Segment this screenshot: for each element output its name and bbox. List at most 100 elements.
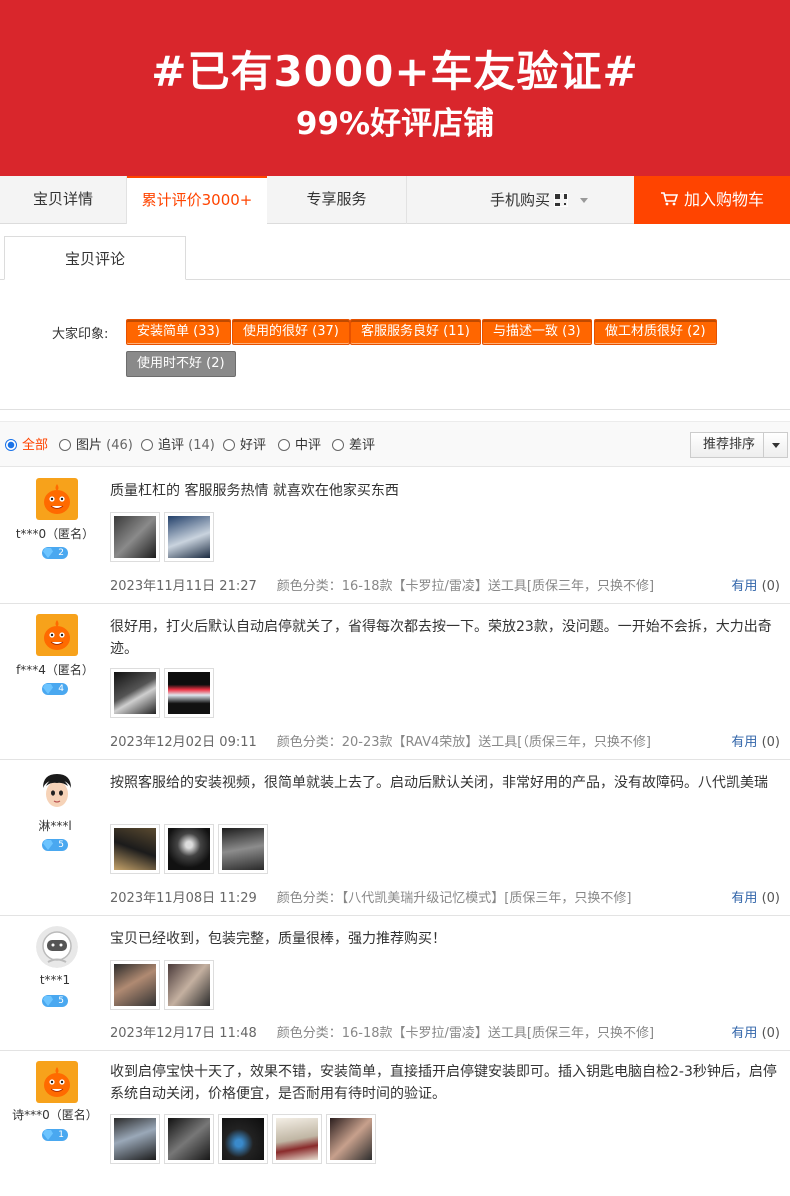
tab-reviews[interactable]: 累计评价3000+ [127, 176, 267, 225]
review-photo[interactable] [272, 1114, 322, 1164]
review-photo[interactable] [218, 1114, 268, 1164]
filter-followup[interactable]: 追评 (14) [141, 434, 215, 453]
taobao-mascot-icon [36, 478, 78, 520]
review-username: 淋***l [38, 819, 72, 833]
review-photo[interactable] [110, 668, 160, 718]
radio-selected-icon [5, 439, 17, 451]
member-level-badge: 4 [42, 683, 68, 695]
add-to-cart-label: 加入购物车 [683, 190, 764, 209]
review-photo[interactable] [110, 824, 160, 874]
review-item: f***4（匿名） 4 很好用，打火后默认自动启停就关了，省得每次都去按一下。荣… [0, 604, 790, 760]
impression-tag[interactable]: 安装简单 (33) [126, 319, 231, 345]
divider [0, 409, 790, 410]
cartoon-face-icon [36, 770, 78, 812]
filter-all[interactable]: 全部 [5, 434, 48, 453]
sort-select[interactable]: 推荐排序 [690, 432, 788, 458]
review-photos [110, 1114, 380, 1164]
review-photos [110, 960, 218, 1010]
tab-details[interactable]: 宝贝详情 [0, 176, 127, 224]
review-meta: 2023年12月02日 09:11 颜色分类：20-23款【RAV4荣放】送工具[… [110, 731, 651, 750]
chevron-down-icon [763, 433, 787, 457]
product-tab-bar: 宝贝详情 累计评价3000+ 专享服务 手机购买 加入购物车 [0, 176, 790, 225]
review-username: f***4（匿名） [16, 663, 94, 677]
impression-tag[interactable]: 使用的很好 (37) [232, 319, 350, 345]
review-photo[interactable] [110, 960, 160, 1010]
mobile-buy-button[interactable]: 手机购买 [490, 176, 634, 224]
review-photo[interactable] [164, 668, 214, 718]
avatar [36, 478, 78, 520]
avatar [36, 770, 78, 812]
review-username: 诗***0（匿名） [12, 1108, 98, 1122]
review-sku: 颜色分类：【八代凯美瑞升级记忆模式】[质保三年，只换不修] [276, 891, 632, 906]
review-photo[interactable] [164, 512, 214, 562]
review-photo[interactable] [164, 1114, 214, 1164]
review-date: 2023年11月11日 21:27 [110, 579, 257, 594]
add-to-cart-button[interactable]: 加入购物车 [634, 176, 790, 224]
filter-positive[interactable]: 好评 [223, 434, 266, 453]
taobao-mascot-icon [36, 1061, 78, 1103]
impression-tag[interactable]: 客服服务良好 (11) [350, 319, 481, 345]
useful-button[interactable]: 有用 (0) [731, 1022, 780, 1041]
filter-negative[interactable]: 差评 [332, 434, 375, 453]
useful-button[interactable]: 有用 (0) [731, 731, 780, 750]
astronaut-icon [36, 926, 78, 968]
impressions-label: 大家印象: [52, 327, 109, 342]
member-level-badge: 5 [42, 839, 68, 851]
review-item: t***1 5 宝贝已经收到，包装完整，质量很棒，强力推荐购买！ 2023年12… [0, 916, 790, 1051]
review-item: 淋***l 5 按照客服给的安装视频，很简单就装上去了。启动后默认关闭，非常好用… [0, 760, 790, 916]
review-date: 2023年12月02日 09:11 [110, 735, 257, 750]
review-meta: 2023年12月17日 11:48 颜色分类：16-18款【卡罗拉/雷凌】送工具[… [110, 1022, 654, 1041]
review-meta: 2023年11月08日 11:29 颜色分类：【八代凯美瑞升级记忆模式】[质保三年… [110, 887, 631, 906]
banner-subtitle: 99%好评店铺 [295, 106, 495, 142]
review-meta: 2023年11月11日 21:27 颜色分类：16-18款【卡罗拉/雷凌】送工具[… [110, 575, 654, 594]
radio-icon [278, 439, 290, 451]
radio-icon [223, 439, 235, 451]
review-photos [110, 512, 218, 562]
review-username: t***1 [39, 973, 71, 987]
filter-pictures[interactable]: 图片 (46) [59, 434, 133, 453]
review-text: 宝贝已经收到，包装完整，质量很棒，强力推荐购买！ [110, 931, 446, 947]
member-level-badge: 1 [42, 1129, 68, 1141]
review-sku: 颜色分类：16-18款【卡罗拉/雷凌】送工具[质保三年，只换不修] [276, 579, 655, 594]
mobile-buy-label: 手机购买 [490, 191, 551, 209]
review-text: 按照客服给的安装视频，很简单就装上去了。启动后默认关闭，非常好用的产品，没有故障… [110, 775, 768, 791]
radio-icon [141, 439, 153, 451]
review-text: 收到启停宝快十天了，效果不错，安装简单，直接插开启停键安装即可。插入钥匙电脑自检… [110, 1064, 777, 1102]
member-level-badge: 5 [42, 995, 68, 1007]
promo-banner: #已有3000+车友验证# 99%好评店铺 [0, 0, 790, 176]
review-photo[interactable] [326, 1114, 376, 1164]
filter-neutral[interactable]: 中评 [278, 434, 321, 453]
tab-services[interactable]: 专享服务 [267, 176, 407, 224]
radio-icon [59, 439, 71, 451]
avatar [36, 1061, 78, 1103]
review-photo[interactable] [164, 960, 214, 1010]
banner-title: #已有3000+车友验证# [151, 47, 639, 96]
review-item: 诗***0（匿名） 1 收到启停宝快十天了，效果不错，安装简单，直接插开启停键安… [0, 1051, 790, 1196]
review-photo[interactable] [218, 824, 268, 874]
member-level-badge: 2 [42, 547, 68, 559]
review-filter-bar: 全部 图片 (46) 追评 (14) 好评 中评 差评 推荐排序 [0, 421, 790, 467]
radio-icon [332, 439, 344, 451]
review-text: 质量杠杠的 客服服务热情 就喜欢在他家买东西 [110, 483, 399, 499]
avatar [36, 614, 78, 656]
useful-button[interactable]: 有用 (0) [731, 575, 780, 594]
impression-tag-negative[interactable]: 使用时不好 (2) [126, 351, 236, 377]
review-date: 2023年12月17日 11:48 [110, 1026, 257, 1041]
review-photo[interactable] [110, 1114, 160, 1164]
review-username: t***0（匿名） [15, 527, 95, 541]
tab-product-comments[interactable]: 宝贝评论 [4, 236, 186, 280]
review-item: t***0（匿名） 2 质量杠杠的 客服服务热情 就喜欢在他家买东西 2023年… [0, 468, 790, 604]
chevron-down-icon [580, 198, 589, 203]
avatar [36, 926, 78, 968]
useful-button[interactable]: 有用 (0) [731, 887, 780, 906]
review-date: 2023年11月08日 11:29 [110, 891, 257, 906]
impression-tag[interactable]: 与描述一致 (3) [482, 319, 592, 345]
impression-tag[interactable]: 做工材质很好 (2) [594, 319, 717, 345]
cart-icon [660, 192, 678, 206]
taobao-mascot-icon [36, 614, 78, 656]
review-photo[interactable] [164, 824, 214, 874]
review-photo[interactable] [110, 512, 160, 562]
review-sku: 颜色分类：16-18款【卡罗拉/雷凌】送工具[质保三年，只换不修] [276, 1026, 655, 1041]
review-photos [110, 668, 218, 718]
review-sku: 颜色分类：20-23款【RAV4荣放】送工具[（质保三年，只换不修] [276, 735, 651, 750]
